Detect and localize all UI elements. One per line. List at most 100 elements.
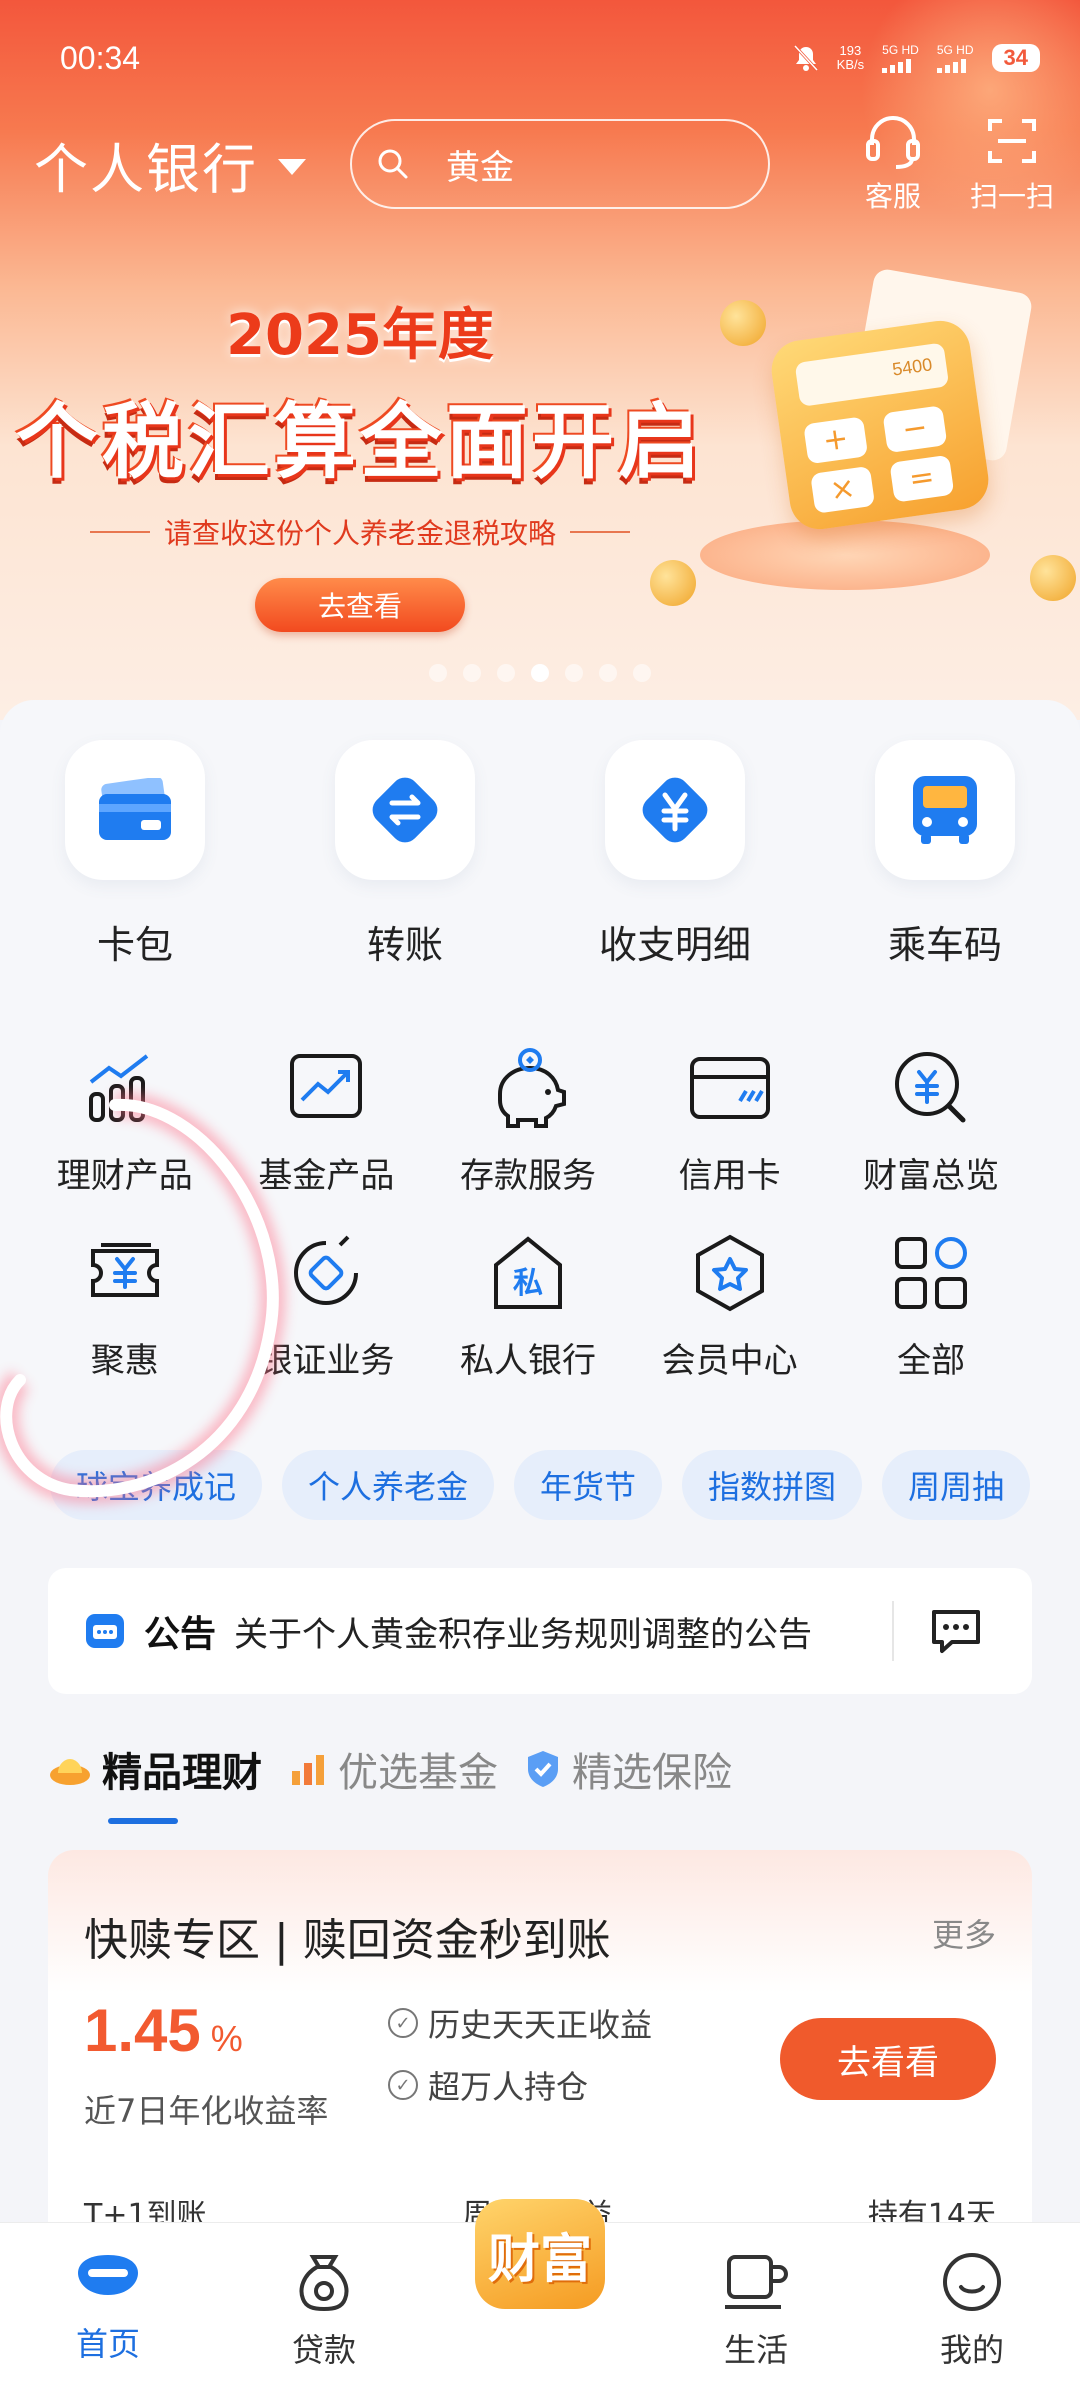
customer-service-button[interactable]: 客服 — [862, 113, 924, 215]
grid-item-private-banking[interactable]: 私 私人银行 — [427, 1225, 629, 1382]
rate-label: 近7日年化收益率 — [84, 2092, 329, 2130]
pedestal-illustration — [700, 520, 990, 590]
header-banner: 00:34 193 KB/s 5G HD 5G HD 34 个人银行 黄金 客服… — [0, 0, 1080, 720]
sim1-label: 5G HD — [882, 42, 919, 57]
annotation-circle — [0, 1091, 286, 1505]
tab-selected-funds[interactable]: 优选基金 — [288, 1740, 498, 1798]
transfer-icon — [335, 740, 475, 880]
quick-action-label: 卡包 — [96, 923, 173, 967]
credit-card-icon — [682, 1040, 778, 1136]
carousel-dot[interactable] — [531, 664, 549, 682]
svg-text:私: 私 — [513, 1266, 543, 1301]
quick-action-card-wallet[interactable]: 卡包 — [0, 740, 270, 969]
quick-actions: 卡包 转账 收支明细 乘车码 — [0, 740, 1080, 969]
view-product-button[interactable]: 去看看 — [780, 2018, 996, 2100]
calc-times-key: × — [810, 465, 876, 514]
quick-action-bus-code[interactable]: 乘车码 — [810, 740, 1080, 969]
tab-label: 优选基金 — [338, 1750, 498, 1796]
nav-label: 生活 — [723, 2331, 788, 2369]
grid-item-member-center[interactable]: 会员中心 — [629, 1225, 831, 1382]
grid-item-all[interactable]: 全部 — [830, 1225, 1032, 1382]
grid-item-wealth-overview[interactable]: 财富总览 — [830, 1040, 1032, 1197]
chip-2[interactable]: 年货节 — [514, 1450, 663, 1520]
divider — [892, 1601, 895, 1661]
banner-main-title: 个税汇算全面开启 — [15, 395, 704, 490]
tab-premium-wealth[interactable]: 精品理财 — [48, 1740, 262, 1798]
grid-item-label: 存款服务 — [459, 1156, 596, 1196]
scan-label: 扫一扫 — [969, 180, 1054, 213]
battery-indicator: 34 — [991, 44, 1040, 72]
banner-text: 2025年度 个税汇算全面开启 请查收这份个人养老金退税攻略 去查看 — [0, 290, 720, 632]
calculator-display: 5400 — [794, 342, 950, 407]
feature-item: ✓ 历史天天正收益 — [388, 2000, 652, 2046]
bus-icon — [875, 740, 1015, 880]
mute-bell-icon — [793, 44, 818, 72]
fortune-label: 财富 — [475, 2199, 605, 2309]
nav-label: 贷款 — [291, 2331, 356, 2369]
carousel-dot[interactable] — [599, 664, 617, 682]
chip-3[interactable]: 指数拼图 — [682, 1450, 863, 1520]
star-hexagon-icon — [682, 1225, 778, 1321]
nav-loans[interactable]: 贷款 — [216, 2223, 432, 2388]
header-nav: 个人银行 黄金 客服 扫一扫 — [34, 116, 1054, 213]
grid-item-label: 全部 — [897, 1341, 966, 1381]
coffee-cup-icon — [725, 2255, 788, 2309]
all-apps-icon — [883, 1225, 979, 1321]
nav-fortune[interactable]: 财富 — [432, 2199, 648, 2388]
quick-action-detail[interactable]: 收支明细 — [540, 740, 810, 969]
quick-action-label: 乘车码 — [887, 923, 1002, 967]
nav-life[interactable]: 生活 — [648, 2223, 864, 2388]
net-speed: 193 KB/s — [837, 44, 864, 72]
card-title: 快赎专区 | 赎回资金秒到账 — [84, 1915, 611, 1966]
divider — [570, 531, 630, 533]
scan-icon — [987, 119, 1036, 163]
tab-selected-insurance[interactable]: 精选保险 — [524, 1740, 732, 1798]
fund-bars-icon — [292, 1755, 324, 1785]
quick-action-label: 转账 — [366, 923, 443, 967]
carousel-dot[interactable] — [565, 664, 583, 682]
account-switcher[interactable]: 个人银行 — [34, 125, 306, 204]
smile-face-icon — [943, 2253, 1001, 2311]
grid-item-label: 信用卡 — [678, 1156, 781, 1196]
carousel-dots — [0, 664, 1080, 682]
notice-icon — [86, 1614, 124, 1648]
sim2-label: 5G HD — [936, 42, 974, 57]
banner-subtitle: 请查收这份个人养老金退税攻略 — [163, 517, 556, 550]
quick-action-label: 收支明细 — [598, 923, 751, 967]
sim2-signal: 5G HD — [936, 42, 974, 73]
nav-home[interactable]: 首页 — [0, 2223, 216, 2388]
calculator-illustration: 5400 + − × = — [767, 317, 993, 533]
nav-label: 首页 — [75, 2325, 140, 2363]
grid-item-credit-card[interactable]: 信用卡 — [629, 1040, 831, 1197]
carousel-dot[interactable] — [497, 664, 515, 682]
chip-4[interactable]: 周周抽 — [882, 1450, 1031, 1520]
banner-view-button[interactable]: 去查看 — [255, 578, 465, 632]
message-icon[interactable] — [928, 1606, 984, 1656]
announcement-bar[interactable]: 公告 关于个人黄金积存业务规则调整的公告 — [48, 1568, 1032, 1694]
tab-label: 精选保险 — [572, 1750, 732, 1796]
calc-minus-key: − — [882, 405, 948, 454]
nav-me[interactable]: 我的 — [864, 2223, 1080, 2388]
check-circle-icon: ✓ — [388, 2008, 418, 2038]
divider — [89, 531, 150, 533]
search-placeholder: 黄金 — [446, 147, 514, 188]
search-bar[interactable]: 黄金 — [350, 119, 770, 209]
carousel-dot[interactable] — [429, 664, 447, 682]
more-link[interactable]: 更多 — [932, 1910, 996, 1956]
scan-button[interactable]: 扫一扫 — [970, 113, 1054, 215]
feature-item: ✓ 超万人持仓 — [388, 2062, 588, 2108]
calc-equals-key: = — [889, 454, 955, 503]
product-tabs: 精品理财 优选基金 精选保险 — [48, 1740, 732, 1798]
signal-bars-icon — [936, 57, 974, 73]
carousel-dot[interactable] — [463, 664, 481, 682]
coin-decoration — [720, 300, 766, 346]
carousel-dot[interactable] — [633, 664, 651, 682]
header-title: 个人银行 — [34, 137, 258, 201]
caret-down-icon — [278, 159, 306, 175]
yield-rate: 1.45% — [84, 1996, 243, 2065]
check-circle-icon: ✓ — [388, 2070, 418, 2100]
quick-action-transfer[interactable]: 转账 — [270, 740, 540, 969]
grid-item-label: 会员中心 — [661, 1341, 798, 1381]
grid-item-deposit-service[interactable]: 存款服务 — [427, 1040, 629, 1197]
private-bank-icon: 私 — [480, 1225, 576, 1321]
